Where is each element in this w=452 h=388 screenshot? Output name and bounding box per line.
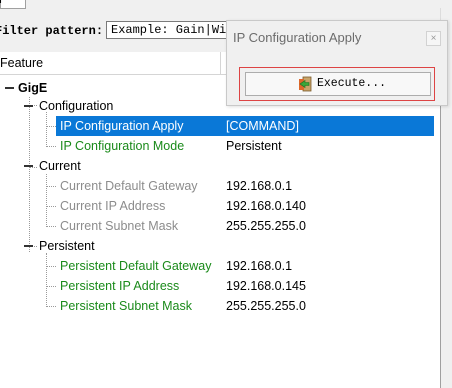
collapse-icon[interactable] [24, 241, 33, 250]
tree-line [46, 126, 56, 127]
group-label: Configuration [39, 99, 114, 113]
feature-row-persistent-gateway[interactable]: Persistent Default Gateway 192.168.0.1 [0, 256, 434, 276]
feature-label: Persistent Default Gateway [60, 259, 212, 273]
popup-title: IP Configuration Apply [233, 30, 362, 45]
execute-button[interactable]: Execute... [245, 72, 431, 96]
feature-label: IP Configuration Apply [60, 119, 184, 133]
feature-value[interactable]: 192.168.0.145 [226, 279, 306, 293]
feature-value: 192.168.0.140 [226, 199, 306, 213]
root-label: GigE [18, 81, 48, 95]
feature-row-current-ip[interactable]: Current IP Address 192.168.0.140 [0, 196, 434, 216]
feature-row-ip-config-apply[interactable]: IP Configuration Apply [COMMAND] [56, 116, 434, 136]
execute-label: Execute... [317, 77, 387, 90]
feature-row-current-gateway[interactable]: Current Default Gateway 192.168.0.1 [0, 176, 434, 196]
execute-icon [299, 76, 312, 92]
feature-value[interactable]: Persistent [226, 139, 282, 153]
feature-value[interactable]: 255.255.255.0 [226, 299, 306, 313]
feature-value: 255.255.255.0 [226, 219, 306, 233]
feature-row-persistent-ip[interactable]: Persistent IP Address 192.168.0.145 [0, 276, 434, 296]
feature-label: Current Subnet Mask [60, 219, 179, 233]
feature-value[interactable]: 192.168.0.1 [226, 259, 292, 273]
command-popup: IP Configuration Apply × Execute... [226, 20, 448, 106]
feature-label: Current Default Gateway [60, 179, 198, 193]
collapse-icon[interactable] [24, 101, 33, 110]
tree-node-current[interactable]: Current [0, 156, 434, 176]
tree-node-persistent[interactable]: Persistent [0, 236, 434, 256]
group-label: Current [39, 159, 81, 173]
feature-label: IP Configuration Mode [60, 139, 185, 153]
collapse-icon[interactable] [5, 83, 14, 92]
feature-label: Persistent Subnet Mask [60, 299, 193, 313]
feature-row-persistent-mask[interactable]: Persistent Subnet Mask 255.255.255.0 [0, 296, 434, 316]
feature-label: Persistent IP Address [60, 279, 180, 293]
group-label: Persistent [39, 239, 95, 253]
feature-value: 192.168.0.1 [226, 179, 293, 193]
close-button[interactable]: × [426, 31, 441, 46]
feature-value: [COMMAND] [226, 119, 299, 133]
filter-label: Filter pattern: [0, 24, 104, 38]
collapse-icon[interactable] [24, 161, 33, 170]
column-divider[interactable] [220, 52, 221, 74]
top-tab[interactable]: I [0, 0, 26, 9]
feature-label: Current IP Address [60, 199, 166, 213]
feature-row-ip-config-mode[interactable]: IP Configuration Mode Persistent [0, 136, 434, 156]
top-tab-label: I [0, 0, 3, 6]
feature-row-current-mask[interactable]: Current Subnet Mask 255.255.255.0 [0, 216, 434, 236]
feature-column-header[interactable]: Feature [0, 56, 43, 70]
